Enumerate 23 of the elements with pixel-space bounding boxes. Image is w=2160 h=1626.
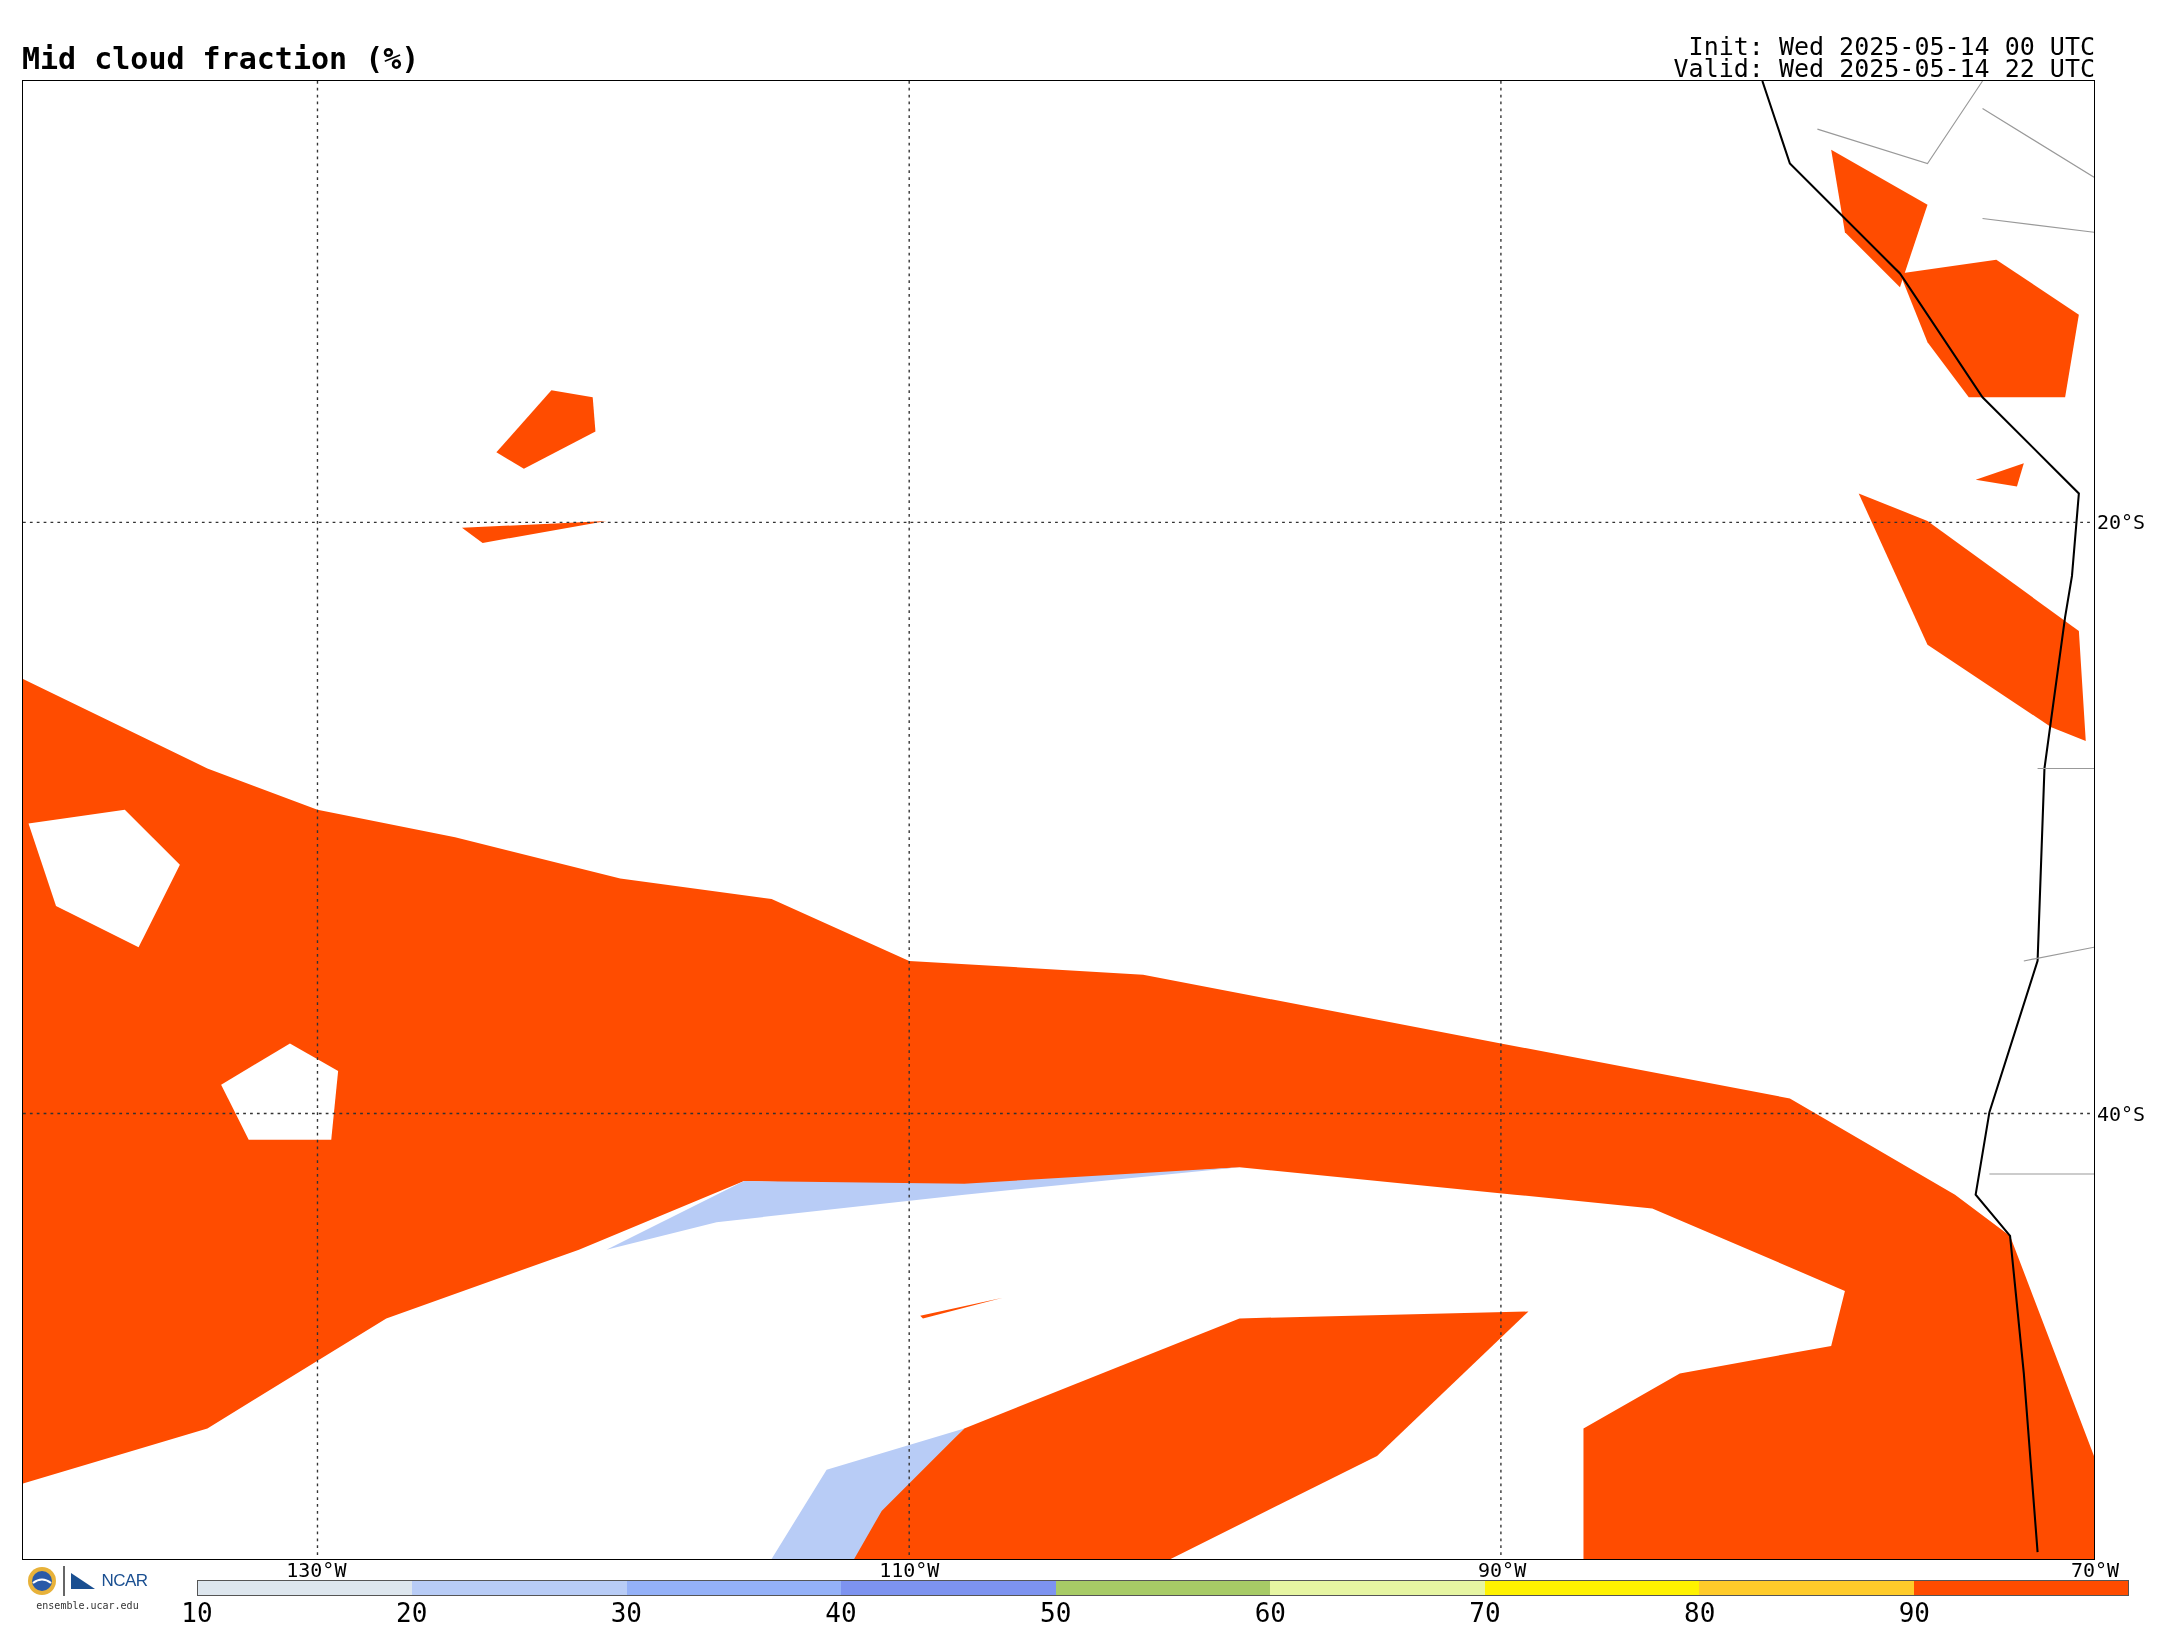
longitude-label: 90°W bbox=[1478, 1560, 1527, 1580]
init-time: Init: Wed 2025-05-14 00 UTC bbox=[1688, 36, 2095, 58]
longitude-label: 130°W bbox=[286, 1560, 347, 1580]
divider-line-icon bbox=[63, 1566, 66, 1596]
globe-logo-icon bbox=[27, 1566, 58, 1596]
colorbar-tick-label: 40 bbox=[825, 1600, 857, 1626]
colorbar-tick-label: 60 bbox=[1254, 1600, 1286, 1626]
colorbar-tick-label: 90 bbox=[1898, 1600, 1930, 1626]
website-url: ensemble.ucar.edu bbox=[36, 1600, 139, 1611]
chart-title: Mid cloud fraction (%) bbox=[22, 41, 420, 78]
colorbar-tick-label: 20 bbox=[396, 1600, 428, 1626]
valid-time: Valid: Wed 2025-05-14 22 UTC bbox=[1673, 58, 2095, 80]
longitude-label: 70°W bbox=[2070, 1560, 2120, 1580]
colorbar-tick-label: 10 bbox=[181, 1600, 213, 1626]
colorbar-tick-label: 70 bbox=[1469, 1600, 1501, 1626]
ncar-logo-icon bbox=[71, 1573, 96, 1589]
latitude-label: 40°S bbox=[2096, 1101, 2146, 1126]
colorbar-tick-label: 50 bbox=[1040, 1600, 1072, 1626]
colorbar-tick-label: 80 bbox=[1684, 1600, 1716, 1626]
logo-text: NCAR bbox=[101, 1571, 148, 1591]
longitude-label: 110°W bbox=[879, 1560, 940, 1580]
colorbar-tick-label: 30 bbox=[610, 1600, 642, 1626]
latitude-label: 20°S bbox=[2096, 509, 2146, 534]
